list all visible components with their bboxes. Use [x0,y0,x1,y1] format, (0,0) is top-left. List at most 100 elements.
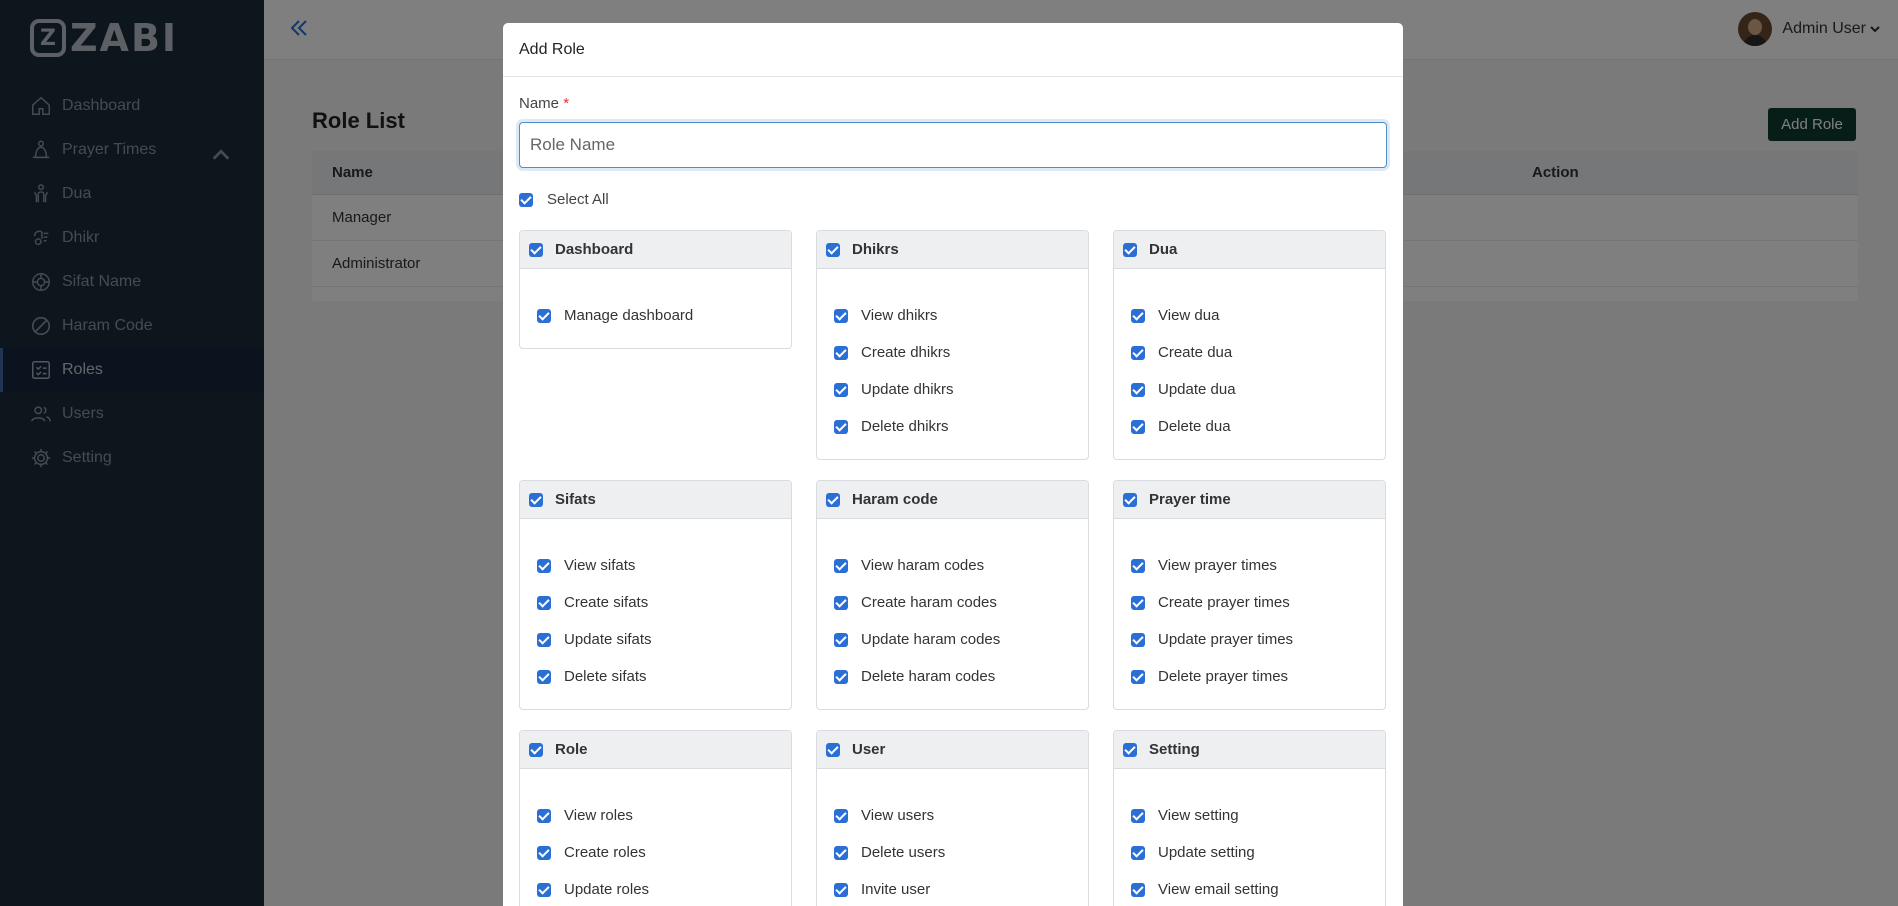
group-checkbox[interactable] [529,492,543,507]
permission-label: View sifats [564,557,636,574]
permission-checkbox[interactable] [834,882,848,897]
permission-item[interactable]: Delete users [834,834,1088,871]
permission-checkbox[interactable] [537,632,551,647]
permission-checkbox[interactable] [834,595,848,610]
role-name-input[interactable] [519,122,1387,168]
permission-grid: Dashboard Manage dashboard Dhikrs View d… [519,230,1387,906]
permission-item[interactable]: Update dhikrs [834,371,1088,408]
permission-checkbox[interactable] [834,808,848,823]
group-header[interactable]: Sifats [520,481,791,519]
permission-item[interactable]: Delete prayer times [1131,658,1385,695]
group-header[interactable]: Dua [1114,231,1385,269]
group-header[interactable]: Dashboard [520,231,791,269]
permission-label: Update prayer times [1158,631,1294,648]
permission-item[interactable]: Delete dhikrs [834,408,1088,445]
permission-checkbox[interactable] [1131,382,1145,397]
permission-item[interactable]: Update setting [1131,834,1385,871]
permission-group-prayer-time: Prayer time View prayer times Create pra… [1113,480,1386,710]
permission-item[interactable]: Create prayer times [1131,584,1385,621]
permission-item[interactable]: View setting [1131,797,1385,834]
permission-group-dashboard: Dashboard Manage dashboard [519,230,792,349]
permission-item[interactable]: Create dua [1131,334,1385,371]
permission-label: Delete users [861,844,946,861]
group-title: Setting [1149,741,1200,758]
group-body: View sifats Create sifats Update sifats … [520,519,791,709]
permission-checkbox[interactable] [1131,419,1145,434]
permission-checkbox[interactable] [1131,632,1145,647]
permission-checkbox[interactable] [1131,882,1145,897]
permission-checkbox[interactable] [1131,595,1145,610]
permission-checkbox[interactable] [834,845,848,860]
permission-checkbox[interactable] [834,632,848,647]
permission-item[interactable]: View dua [1131,297,1385,334]
permission-checkbox[interactable] [537,845,551,860]
permission-checkbox[interactable] [834,558,848,573]
permission-checkbox[interactable] [1131,308,1145,323]
permission-group-haram-code: Haram code View haram codes Create haram… [816,480,1089,710]
permission-checkbox[interactable] [834,345,848,360]
permission-item[interactable]: Update haram codes [834,621,1088,658]
group-checkbox[interactable] [529,742,543,757]
group-title: Role [555,741,588,758]
checkbox-checked[interactable] [519,192,533,207]
permission-checkbox[interactable] [834,382,848,397]
permission-checkbox[interactable] [1131,669,1145,684]
permission-label: Create prayer times [1158,594,1290,611]
permission-item[interactable]: Update prayer times [1131,621,1385,658]
permission-checkbox[interactable] [537,669,551,684]
modal-title: Add Role [519,40,585,58]
group-header[interactable]: Setting [1114,731,1385,769]
permission-item[interactable]: View prayer times [1131,547,1385,584]
permission-item[interactable]: View roles [537,797,791,834]
permission-item[interactable]: Manage dashboard [537,297,791,334]
permission-checkbox[interactable] [537,808,551,823]
permission-label: Invite user [861,881,931,898]
permission-checkbox[interactable] [537,558,551,573]
permission-item[interactable]: Create haram codes [834,584,1088,621]
permission-item[interactable]: View sifats [537,547,791,584]
permission-checkbox[interactable] [1131,845,1145,860]
permission-item[interactable]: View haram codes [834,547,1088,584]
group-checkbox[interactable] [826,742,840,757]
group-checkbox[interactable] [1123,742,1137,757]
group-checkbox[interactable] [1123,492,1137,507]
permission-item[interactable]: Create sifats [537,584,791,621]
permission-item[interactable]: Update sifats [537,621,791,658]
group-body: Manage dashboard [520,269,791,348]
permission-label: Delete dhikrs [861,418,949,435]
permission-item[interactable]: Create dhikrs [834,334,1088,371]
group-checkbox[interactable] [529,242,543,257]
permission-checkbox[interactable] [537,595,551,610]
permission-label: Update roles [564,881,650,898]
permission-checkbox[interactable] [834,669,848,684]
group-header[interactable]: Prayer time [1114,481,1385,519]
permission-label: Delete dua [1158,418,1231,435]
permission-checkbox[interactable] [537,882,551,897]
permission-item[interactable]: Update roles [537,871,791,906]
permission-item[interactable]: View dhikrs [834,297,1088,334]
permission-checkbox[interactable] [1131,345,1145,360]
select-all-checkbox[interactable]: Select All [519,191,609,208]
permission-checkbox[interactable] [834,308,848,323]
group-header[interactable]: User [817,731,1088,769]
permission-checkbox[interactable] [834,419,848,434]
permission-item[interactable]: View email setting [1131,871,1385,906]
permission-item[interactable]: View users [834,797,1088,834]
group-header[interactable]: Dhikrs [817,231,1088,269]
permission-group-setting: Setting View setting Update setting View… [1113,730,1386,906]
permission-checkbox[interactable] [1131,808,1145,823]
permission-checkbox[interactable] [537,308,551,323]
group-header[interactable]: Role [520,731,791,769]
permission-item[interactable]: Delete haram codes [834,658,1088,695]
permission-label: View roles [564,807,633,824]
permission-item[interactable]: Delete dua [1131,408,1385,445]
permission-item[interactable]: Delete sifats [537,658,791,695]
permission-item[interactable]: Create roles [537,834,791,871]
group-checkbox[interactable] [826,242,840,257]
group-header[interactable]: Haram code [817,481,1088,519]
group-checkbox[interactable] [826,492,840,507]
permission-item[interactable]: Update dua [1131,371,1385,408]
permission-checkbox[interactable] [1131,558,1145,573]
group-checkbox[interactable] [1123,242,1137,257]
permission-item[interactable]: Invite user [834,871,1088,906]
